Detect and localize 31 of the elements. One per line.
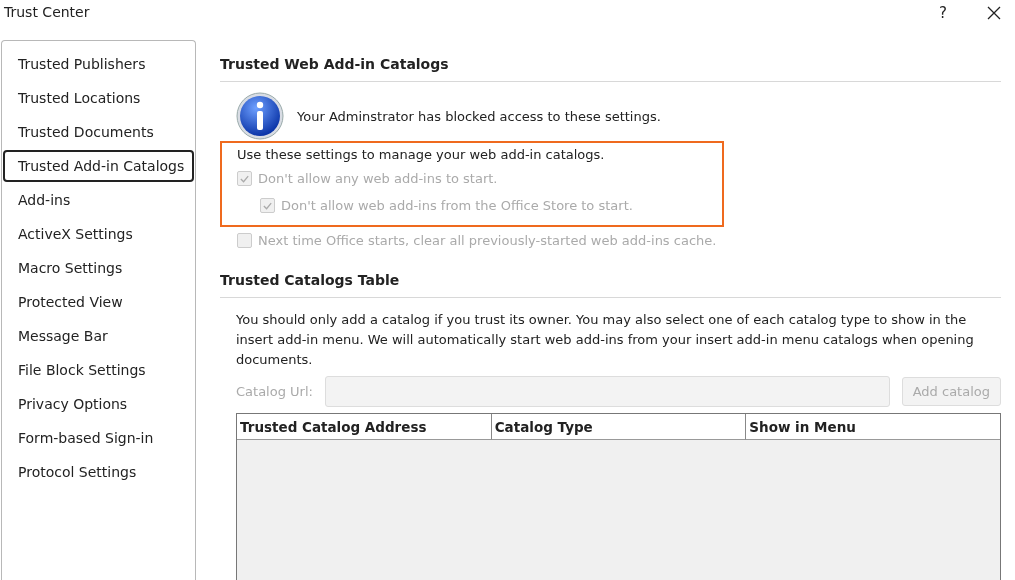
sidebar-item[interactable]: Macro Settings (3, 252, 194, 284)
check-icon (262, 200, 273, 211)
column-header[interactable]: Catalog Type (491, 414, 747, 440)
checkbox-label: Don't allow web add-ins from the Office Store to start. (281, 198, 633, 213)
section-heading: Trusted Web Add-in Catalogs (220, 56, 1001, 82)
sidebar-item[interactable]: Privacy Options (3, 388, 194, 420)
checkbox-label: Don't allow any web add-ins to start. (258, 171, 498, 186)
help-button[interactable]: ? (939, 4, 947, 22)
sidebar-item[interactable]: Add-ins (3, 184, 194, 216)
info-icon (235, 91, 285, 141)
window-title: Trust Center (4, 4, 91, 20)
column-header[interactable]: Trusted Catalog Address (237, 414, 492, 440)
sidebar-item[interactable]: Protocol Settings (3, 456, 194, 488)
sidebar-item[interactable]: Trusted Documents (3, 116, 194, 148)
sidebar-item[interactable]: Message Bar (3, 320, 194, 352)
checkbox-label: Next time Office starts, clear all previously-started web add-ins cache. (258, 233, 717, 248)
notice-text: Your Adminstrator has blocked access to these settings. (297, 108, 661, 124)
sidebar-item[interactable]: Trusted Add-in Catalogs (3, 150, 194, 182)
sidebar-item[interactable]: Trusted Locations (3, 82, 194, 114)
column-header[interactable]: Show in Menu (746, 414, 1000, 440)
sidebar-item[interactable]: Protected View (3, 286, 194, 318)
section-heading: Trusted Catalogs Table (220, 272, 1001, 298)
sidebar-item[interactable]: Form-based Sign-in (3, 422, 194, 454)
intro-text: Use these settings to manage your web add-in catalogs. (237, 147, 606, 162)
url-label: Catalog Url: (236, 384, 313, 399)
description-text: You should only add a catalog if you trust its owner. You may also select one of each catalog type to show in the insert add-in menu. We will automatically start web add-ins from your insert add-in menu catalogs when opening documents. (236, 311, 975, 369)
sidebar-item[interactable]: Trusted Publishers (3, 48, 194, 80)
close-icon (987, 6, 1001, 20)
sidebar-item[interactable]: File Block Settings (3, 354, 194, 386)
check-icon (239, 173, 250, 184)
sidebar-item[interactable]: ActiveX Settings (3, 218, 194, 250)
